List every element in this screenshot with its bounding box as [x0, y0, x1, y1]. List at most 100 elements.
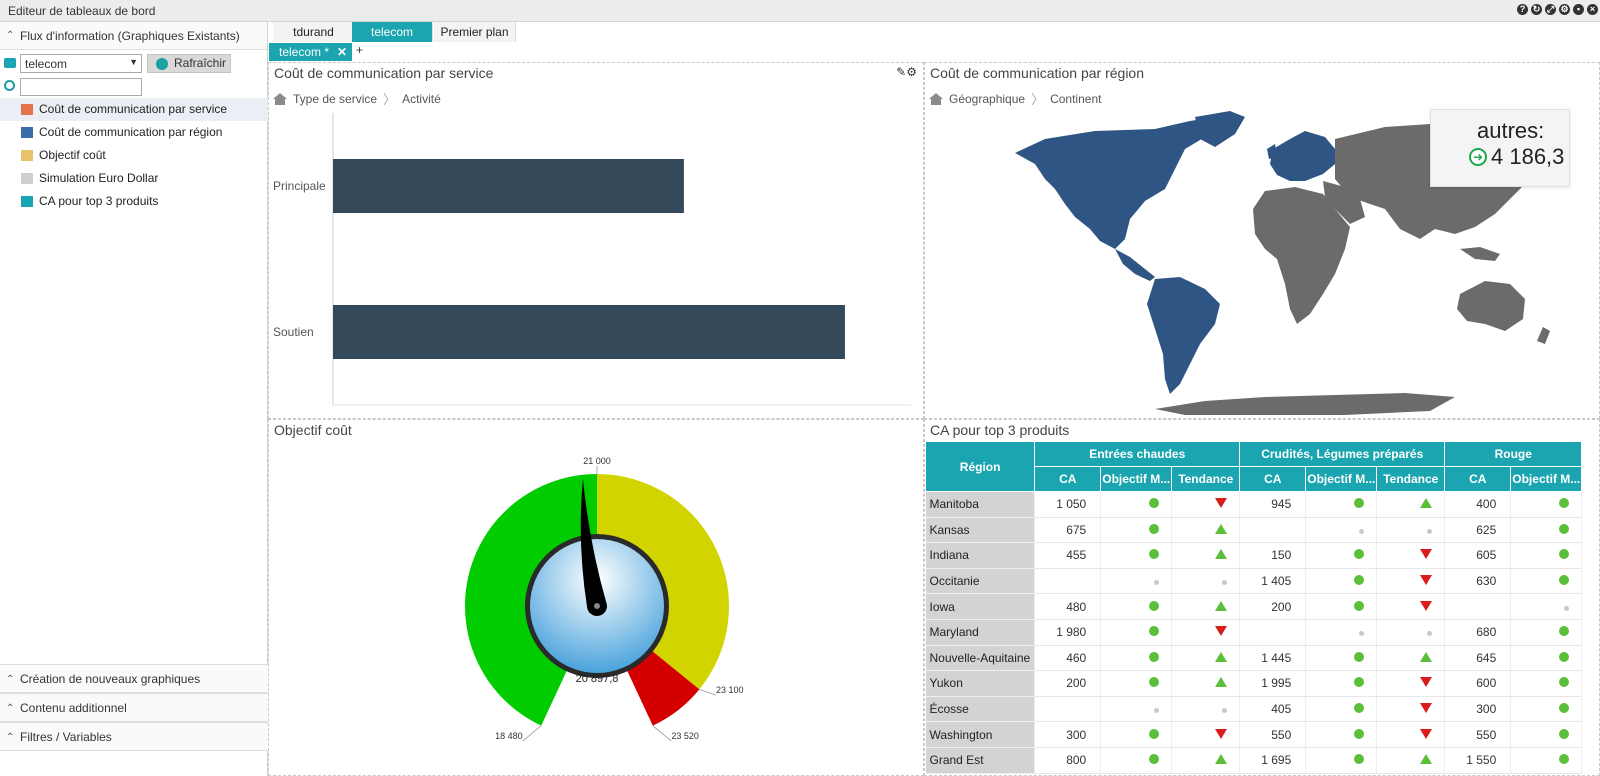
region-oceania[interactable] [1457, 281, 1525, 331]
chart-list-item[interactable]: Objectif coût [0, 144, 268, 167]
chart-list-item[interactable]: Simulation Euro Dollar [0, 167, 268, 190]
table-row[interactable]: Maryland 1 980 680 [925, 619, 1583, 646]
ca-cell: 200 [1034, 670, 1102, 697]
region-indonesia[interactable] [1460, 247, 1500, 261]
gear-icon[interactable]: ⚙ [1559, 4, 1570, 15]
table-row[interactable]: Iowa 480 200 [925, 593, 1583, 620]
accordion-section[interactable]: ⌃ Filtres / Variables [0, 722, 268, 751]
region-central-america[interactable] [1115, 249, 1155, 281]
help-icon[interactable]: ? [1517, 4, 1528, 15]
tab-dashboard-label: telecom * [279, 45, 330, 59]
region-cell: Grand Est [925, 747, 1036, 774]
expand-icon[interactable]: ⤢ [1545, 4, 1556, 15]
trend-down-icon [1420, 703, 1433, 714]
table-row[interactable]: Occitanie 1 405 630 [925, 568, 1583, 595]
group-header[interactable]: Entrées chaudes [1034, 441, 1241, 467]
table-row[interactable]: Nouvelle-Aquitaine 460 1 445 645 [925, 645, 1583, 672]
column-header[interactable]: Tendance [1171, 466, 1241, 492]
save-icon[interactable]: ▪ [1573, 4, 1584, 15]
edit-icon[interactable]: ✎ [896, 65, 906, 79]
ca-cell [1239, 619, 1307, 646]
table-row[interactable]: Kansas 675 625 [925, 517, 1583, 544]
column-header[interactable]: Objectif M... [1305, 466, 1378, 492]
accordion-section-label: Création de nouveaux graphiques [20, 672, 201, 686]
table-row[interactable]: Grand Est 800 1 695 1 550 [925, 747, 1583, 774]
table-row[interactable]: Washington 300 550 550 [925, 721, 1583, 748]
table-row[interactable]: Manitoba 1 050 945 400 [925, 491, 1583, 518]
region-header[interactable]: Région [925, 441, 1036, 492]
chart-list-item[interactable]: CA pour top 3 produits [0, 190, 268, 213]
table-row[interactable]: Indiana 455 150 605 [925, 542, 1583, 569]
close-tab-icon[interactable]: ✕ [337, 43, 347, 61]
gauge-icon [21, 150, 33, 161]
column-header[interactable]: CA [1444, 466, 1512, 492]
accordion-section[interactable]: ⌃ Création de nouveaux graphiques [0, 664, 268, 693]
refresh-icon[interactable]: ↻ [1531, 4, 1542, 15]
column-header[interactable]: CA [1239, 466, 1307, 492]
tab-item[interactable]: Premier plan [434, 22, 516, 42]
region-cell: Kansas [925, 517, 1036, 544]
refresh-button[interactable]: Rafraîchir [147, 54, 231, 73]
title-bar: Editeur de tableaux de bord ? ↻ ⤢ ⚙ ▪ × [0, 0, 1600, 22]
region-cell: Iowa [925, 593, 1036, 620]
region-uk[interactable] [1267, 144, 1277, 159]
tab-dashboard[interactable]: telecom * ✕ [269, 43, 352, 61]
table-row[interactable]: Écosse 405 300 [925, 696, 1583, 723]
add-tab-button[interactable]: + [356, 43, 363, 57]
trend-cell [1376, 593, 1446, 620]
chart-list-item-label: CA pour top 3 produits [39, 194, 159, 208]
breadcrumb: Géographique 〉 Continent [929, 89, 1101, 108]
column-header[interactable]: Objectif M... [1510, 466, 1583, 492]
region-europe[interactable] [1270, 131, 1335, 181]
trend-cell [1376, 696, 1446, 723]
column-header[interactable]: CA [1034, 466, 1102, 492]
tooltip-label: autres: [1477, 118, 1545, 143]
gauge-needle-pivot [594, 603, 600, 609]
region-cell: Nouvelle-Aquitaine [925, 645, 1036, 672]
status-ok-icon [1354, 549, 1365, 560]
breadcrumb-item[interactable]: Géographique [949, 92, 1025, 106]
status-ok-icon [1559, 728, 1570, 739]
region-new-zealand[interactable] [1537, 327, 1550, 344]
region-south-america[interactable] [1147, 277, 1220, 394]
ca-cell: 1 980 [1034, 619, 1102, 646]
close-icon[interactable]: × [1587, 4, 1598, 15]
objective-cell [1510, 619, 1583, 646]
breadcrumb-item[interactable]: Continent [1050, 92, 1101, 106]
tab-item[interactable]: tdurand [273, 22, 355, 42]
bar[interactable] [333, 305, 845, 359]
column-header[interactable]: Tendance [1376, 466, 1446, 492]
chart-list-item[interactable]: Coût de communication par région [0, 121, 268, 144]
objective-cell [1100, 542, 1173, 569]
trend-down-icon [1215, 498, 1228, 509]
ca-cell: 455 [1034, 542, 1102, 569]
home-icon[interactable] [929, 92, 943, 105]
trend-cell [1376, 670, 1446, 697]
region-greenland[interactable] [1195, 111, 1245, 147]
status-ok-icon [1149, 626, 1160, 637]
trend-down-icon [1420, 677, 1433, 688]
arrow-right-icon: ➜ [1469, 148, 1487, 166]
region-north-america[interactable] [1015, 117, 1215, 249]
column-header[interactable]: Objectif M... [1100, 466, 1173, 492]
chart-list-item[interactable]: Coût de communication par service [0, 98, 268, 121]
objective-cell [1100, 619, 1173, 646]
group-header[interactable]: Rouge [1444, 441, 1583, 467]
ca-cell: 625 [1444, 517, 1512, 544]
ca-cell: 405 [1239, 696, 1307, 723]
trend-cell [1171, 721, 1241, 748]
group-header[interactable]: Crudités, Légumes préparés [1239, 441, 1446, 467]
feed-select[interactable]: telecom ▼ [20, 54, 142, 73]
region-cell: Écosse [925, 696, 1036, 723]
search-input[interactable] [20, 78, 142, 96]
status-ok-icon [1559, 549, 1570, 560]
bar[interactable] [333, 159, 684, 213]
gear-icon[interactable]: ⚙ [906, 65, 917, 79]
table-row[interactable]: Yukon 200 1 995 600 [925, 670, 1583, 697]
tab-item[interactable]: telecom [352, 22, 433, 42]
ca-cell: 460 [1034, 645, 1102, 672]
accordion-feeds[interactable]: ⌃ Flux d'information (Graphiques Existan… [0, 22, 267, 50]
region-antarctica[interactable] [1155, 393, 1455, 415]
status-ok-icon [1149, 498, 1160, 509]
accordion-section[interactable]: ⌃ Contenu additionnel [0, 693, 268, 722]
